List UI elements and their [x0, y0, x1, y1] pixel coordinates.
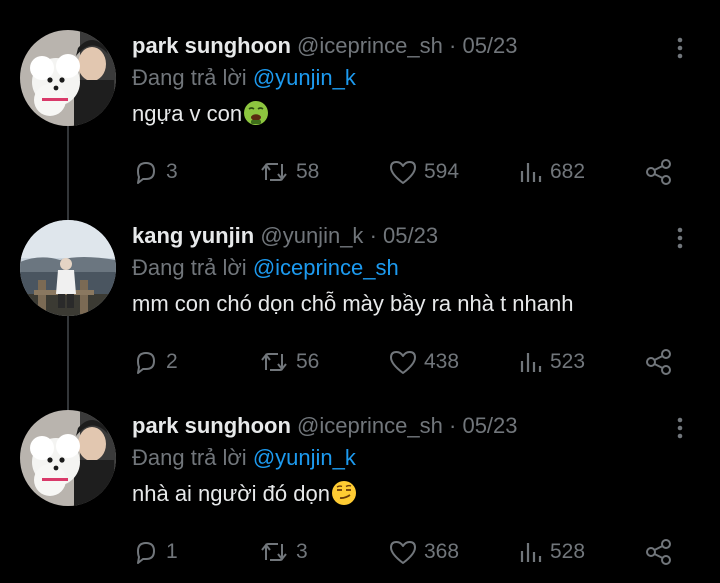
share-button[interactable]: [644, 156, 674, 188]
heart-icon: [390, 541, 416, 564]
views-icon: [520, 543, 542, 562]
avatar[interactable]: [20, 220, 116, 316]
handle[interactable]: @yunjin_k: [260, 223, 363, 248]
tweet[interactable]: park sunghoon @iceprince_sh · 05/23 Đang…: [0, 380, 720, 570]
retweet-icon: [261, 163, 287, 181]
tweet-text: ngựa v con: [132, 98, 269, 135]
reply-icon: [137, 162, 155, 184]
retweet-button[interactable]: 56: [258, 346, 319, 378]
action-bar: 3 58 594 682: [0, 156, 720, 188]
reply-icon: [137, 352, 155, 374]
views-button[interactable]: 528: [518, 536, 585, 568]
tweet-text: mm con chó dọn chỗ mày bầy ra nhà t nhan…: [132, 288, 573, 320]
nauseated-face-icon: [243, 100, 269, 135]
like-button[interactable]: 438: [388, 346, 459, 378]
reply-mention[interactable]: @yunjin_k: [253, 445, 356, 470]
reply-prefix: Đang trả lời: [132, 65, 247, 90]
share-icon: [646, 539, 671, 565]
tweet-header: kang yunjin @yunjin_k · 05/23: [132, 222, 438, 250]
reply-mention[interactable]: @iceprince_sh: [253, 255, 399, 280]
views-icon: [520, 353, 542, 372]
reply-mention[interactable]: @yunjin_k: [253, 65, 356, 90]
share-icon: [646, 159, 671, 185]
views-count: 528: [550, 540, 586, 563]
retweet-icon: [261, 543, 287, 561]
action-bar: 1 3 368 528: [0, 536, 720, 568]
reply-button[interactable]: 2: [132, 346, 178, 378]
timestamp[interactable]: 05/23: [462, 33, 517, 58]
avatar[interactable]: [20, 30, 116, 126]
views-icon: [520, 163, 542, 182]
tweet[interactable]: park sunghoon @iceprince_sh · 05/23 Đang…: [0, 0, 720, 190]
retweet-count: 58: [296, 160, 320, 183]
reply-icon: [137, 542, 155, 564]
views-count: 523: [550, 350, 586, 373]
like-count: 438: [424, 350, 460, 373]
tweet-text-body: ngựa v con: [132, 101, 243, 126]
action-bar: 2 56 438 523: [0, 346, 720, 378]
handle[interactable]: @iceprince_sh: [297, 33, 443, 58]
share-icon: [646, 349, 671, 375]
avatar[interactable]: [20, 410, 116, 506]
heart-icon: [390, 161, 416, 184]
handle[interactable]: @iceprince_sh: [297, 413, 443, 438]
reply-context: Đang trả lời @yunjin_k: [132, 64, 356, 92]
reply-prefix: Đang trả lời: [132, 255, 247, 280]
display-name[interactable]: park sunghoon: [132, 413, 291, 438]
separator: ·: [449, 413, 457, 438]
more-options-icon[interactable]: [670, 416, 690, 440]
views-button[interactable]: 523: [518, 346, 585, 378]
reply-button[interactable]: 1: [132, 536, 178, 568]
tweet[interactable]: kang yunjin @yunjin_k · 05/23 Đang trả l…: [0, 190, 720, 380]
tweet-text-body: mm con chó dọn chỗ mày bầy ra nhà t nhan…: [132, 291, 574, 316]
separator: ·: [369, 223, 377, 248]
retweet-count: 56: [296, 350, 320, 373]
display-name[interactable]: kang yunjin: [132, 223, 254, 248]
reply-context: Đang trả lời @iceprince_sh: [132, 254, 399, 282]
retweet-count: 3: [296, 540, 308, 563]
like-count: 594: [424, 160, 460, 183]
reply-count: 3: [166, 160, 178, 183]
tweet-text: nhà ai người đó dọn: [132, 478, 357, 515]
views-count: 682: [550, 160, 586, 183]
like-button[interactable]: 594: [388, 156, 459, 188]
share-button[interactable]: [644, 536, 674, 568]
reply-prefix: Đang trả lời: [132, 445, 247, 470]
heart-icon: [390, 351, 416, 374]
retweet-button[interactable]: 58: [258, 156, 319, 188]
reply-count: 2: [166, 350, 178, 373]
retweet-button[interactable]: 3: [258, 536, 308, 568]
reply-button[interactable]: 3: [132, 156, 178, 188]
tweet-header: park sunghoon @iceprince_sh · 05/23: [132, 32, 518, 60]
smirking-face-icon: [331, 480, 357, 515]
tweet-text-body: nhà ai người đó dọn: [132, 481, 330, 506]
timestamp[interactable]: 05/23: [383, 223, 438, 248]
reply-count: 1: [166, 540, 178, 563]
reply-context: Đang trả lời @yunjin_k: [132, 444, 356, 472]
display-name[interactable]: park sunghoon: [132, 33, 291, 58]
more-options-icon[interactable]: [670, 36, 690, 60]
like-count: 368: [424, 540, 460, 563]
like-button[interactable]: 368: [388, 536, 459, 568]
tweet-header: park sunghoon @iceprince_sh · 05/23: [132, 412, 518, 440]
retweet-icon: [261, 353, 287, 371]
separator: ·: [449, 33, 457, 58]
timestamp[interactable]: 05/23: [462, 413, 517, 438]
share-button[interactable]: [644, 346, 674, 378]
views-button[interactable]: 682: [518, 156, 585, 188]
more-options-icon[interactable]: [670, 226, 690, 250]
